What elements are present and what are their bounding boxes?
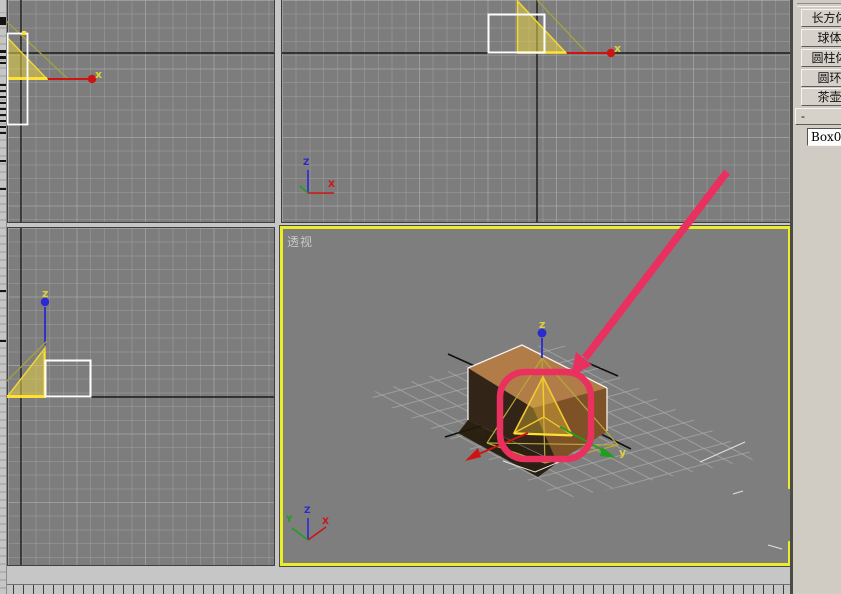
rollout-header[interactable]: - [795,108,841,125]
axis-label-z: z [539,319,545,330]
viewport-perspective-active[interactable] [280,226,791,566]
panel-groove [797,3,841,7]
axis-label-x: x [614,43,621,54]
create-teapot-button[interactable]: 茶壶 [801,88,841,106]
left-edge-strip [0,0,7,594]
create-box-button[interactable]: 长方体 [801,9,841,27]
axis-label-y: y [619,447,626,458]
track-bar-ruler[interactable] [0,584,791,594]
object-name-input[interactable]: Box01 [807,128,841,146]
create-sphere-button[interactable]: 球体 [801,29,841,47]
viewport-label-perspective: 透视 [287,233,313,250]
viewport-left[interactable] [7,227,275,566]
axis-icon-label-x: X [328,181,335,190]
viewport-front[interactable] [281,0,791,223]
axis-icon-label-z: Z [304,507,311,516]
axis-label-x: x [95,69,102,80]
axis-icon-label-z: Z [303,159,310,168]
create-cylinder-button[interactable]: 圆柱体 [801,49,841,67]
max-application-window: 透视 [0,0,841,594]
viewport-top[interactable] [7,0,275,223]
axis-icon-label-x: X [322,518,329,527]
axis-icon-label-y: Y [286,516,293,525]
axis-label-z: z [42,288,48,299]
create-torus-button[interactable]: 圆环 [801,69,841,87]
